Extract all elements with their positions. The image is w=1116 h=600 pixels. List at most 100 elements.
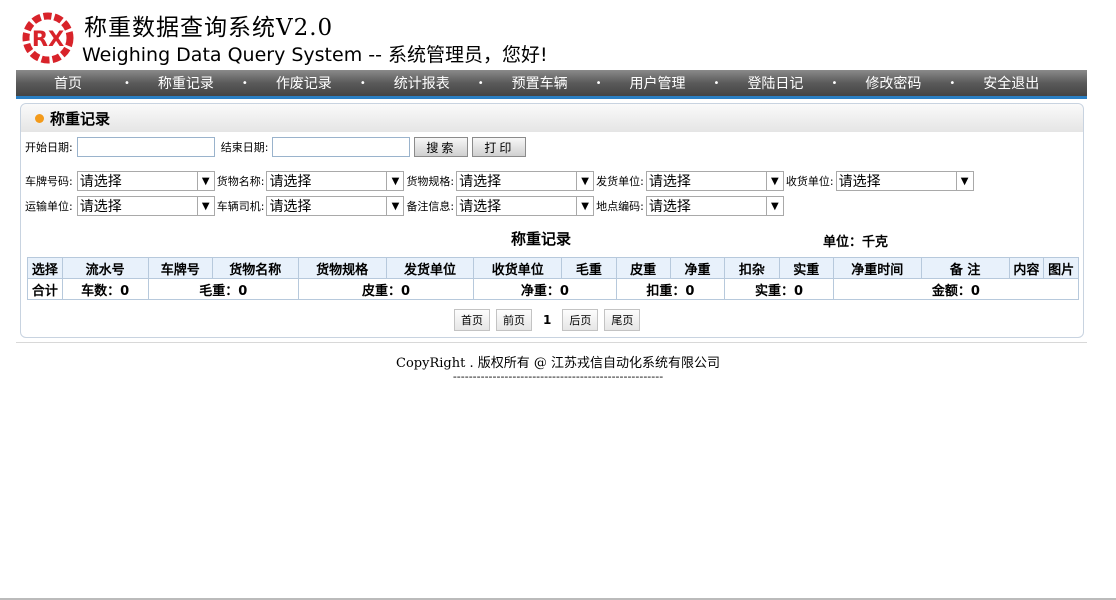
search-button[interactable]: 搜索	[414, 137, 469, 157]
pager-first-button[interactable]: 首页	[454, 309, 490, 331]
chevron-down-icon: ▼	[576, 197, 593, 215]
nav-item-home[interactable]: 首页 •	[16, 70, 134, 96]
chevron-down-icon: ▼	[386, 172, 403, 190]
nav-item-weigh-records[interactable]: 称重记录 •	[134, 70, 252, 96]
col-deduct[interactable]: 扣杂	[724, 257, 780, 279]
pager-current-page: 1	[543, 313, 552, 327]
col-net-time[interactable]: 净重时间	[832, 257, 922, 279]
start-date-input[interactable]	[76, 137, 215, 157]
nav-separator: •	[713, 77, 720, 89]
col-content[interactable]: 内容	[1008, 257, 1045, 279]
table-summary-row: 合计 车数：0 毛重：0 皮重：0 净重：0 扣重：0 实重：0 金额：0	[27, 278, 1080, 300]
print-button[interactable]: 打印	[472, 137, 527, 157]
col-goods-spec[interactable]: 货物规格	[297, 257, 387, 279]
app-subtitle: Weighing Data Query System -- 系统管理员，您好!	[82, 44, 548, 66]
summary-label: 合计	[27, 278, 63, 300]
col-net[interactable]: 净重	[669, 257, 726, 279]
summary-net: 净重：0	[473, 278, 617, 300]
nav-item-void-records[interactable]: 作废记录 •	[252, 70, 370, 96]
footer-dashes: ----------------------------------------…	[452, 370, 664, 383]
remark-select[interactable]: 请选择 ▼	[456, 196, 595, 216]
filter-row-1: 车牌号码: 请选择 ▼ 货物名称: 请选择 ▼ 货物规格: 请选择 ▼ 发货单位: 请…	[25, 171, 974, 191]
footer-divider	[16, 342, 1087, 343]
plate-select[interactable]: 请选择 ▼	[76, 171, 215, 191]
sender-select[interactable]: 请选择 ▼	[645, 171, 784, 191]
nav-item-logout[interactable]: 安全退出	[959, 70, 1063, 96]
col-actual[interactable]: 实重	[778, 257, 834, 279]
col-receiver[interactable]: 收货单位	[473, 257, 563, 279]
receiver-label: 收货单位:	[785, 175, 834, 188]
pager-last-button[interactable]: 尾页	[604, 309, 641, 331]
col-sender[interactable]: 发货单位	[385, 257, 475, 279]
summary-amount: 金额：0	[832, 278, 1080, 300]
pager-next-button[interactable]: 后页	[562, 309, 599, 331]
chevron-down-icon: ▼	[765, 197, 783, 215]
pager-prev-button[interactable]: 前页	[496, 309, 532, 331]
col-gross[interactable]: 毛重	[561, 257, 617, 279]
goods-spec-label: 货物规格:	[406, 175, 455, 188]
receiver-select[interactable]: 请选择 ▼	[835, 171, 974, 191]
location-code-select[interactable]: 请选择 ▼	[645, 196, 784, 216]
summary-actual: 实重：0	[724, 278, 834, 300]
nav-separator: •	[831, 77, 838, 89]
chevron-down-icon: ▼	[576, 172, 593, 190]
summary-vehicle-count: 车数：0	[61, 278, 149, 300]
remark-label: 备注信息:	[406, 200, 455, 213]
nav-separator: •	[477, 77, 484, 89]
filter-row-2: 运输单位: 请选择 ▼ 车辆司机: 请选择 ▼ 备注信息: 请选择 ▼ 地点编码: 请…	[25, 196, 784, 216]
location-code-label: 地点编码:	[596, 200, 644, 213]
carrier-label: 运输单位:	[25, 200, 73, 213]
chevron-down-icon: ▼	[196, 197, 214, 215]
nav-separator: •	[241, 77, 248, 89]
nav-item-user-management[interactable]: 用户管理 •	[606, 70, 724, 96]
main-nav: 首页 • 称重记录 • 作废记录 • 统计报表 • 预置车辆 • 用户管理 • 登陆日记 • …	[16, 70, 1087, 99]
records-table: 选择 流水号 车牌号 货物名称 货物规格 发货单位 收货单位 毛重 皮重 净重 …	[27, 257, 1080, 300]
chevron-down-icon: ▼	[386, 197, 403, 215]
orange-bullet-icon	[35, 113, 44, 123]
start-date-label: 开始日期:	[25, 141, 73, 154]
nav-separator: •	[124, 77, 130, 89]
panel-title: 称重记录	[50, 109, 111, 128]
summary-tare: 皮重：0	[297, 278, 475, 300]
driver-select[interactable]: 请选择 ▼	[266, 196, 405, 216]
col-goods-name[interactable]: 货物名称	[211, 257, 299, 279]
summary-deduct: 扣重：0	[615, 278, 726, 300]
summary-gross: 毛重：0	[147, 278, 299, 300]
table-header-row: 选择 流水号 车牌号 货物名称 货物规格 发货单位 收货单位 毛重 皮重 净重 …	[27, 257, 1079, 279]
goods-name-label: 货物名称:	[216, 175, 265, 188]
nav-separator: •	[595, 77, 602, 89]
app-title: 称重数据查询系统V2.0	[84, 15, 334, 41]
col-select[interactable]: 选择	[27, 257, 63, 279]
col-serial[interactable]: 流水号	[61, 257, 149, 279]
logo-text: RX	[32, 27, 64, 51]
weigh-records-panel: 称重记录 开始日期: 结束日期: 搜索 打印 车牌号码: 请选择 ▼ 货物名称: …	[20, 103, 1084, 338]
unit-label: 单位：千克	[823, 235, 889, 250]
goods-spec-select[interactable]: 请选择 ▼	[456, 171, 595, 191]
nav-item-change-password[interactable]: 修改密码 •	[841, 70, 959, 96]
table-caption: 称重记录	[511, 230, 572, 248]
header: RX 称重数据查询系统V2.0 Weighing Data Query Syst…	[0, 0, 1116, 70]
chevron-down-icon: ▼	[765, 172, 783, 190]
end-date-label: 结束日期:	[220, 141, 269, 154]
chevron-down-icon: ▼	[196, 172, 214, 190]
nav-item-reports[interactable]: 统计报表 •	[370, 70, 488, 96]
driver-label: 车辆司机:	[216, 200, 265, 213]
col-tare[interactable]: 皮重	[615, 257, 671, 279]
sender-label: 发货单位:	[596, 175, 644, 188]
chevron-down-icon: ▼	[955, 172, 973, 190]
col-remark[interactable]: 备 注	[920, 257, 1010, 279]
footer-copyright: CopyRight . 版权所有 @ 江苏戎信自动化系统有限公司	[396, 356, 720, 371]
end-date-input[interactable]	[272, 137, 411, 157]
pager: 首页 前页 1 后页 尾页	[451, 309, 643, 331]
plate-label: 车牌号码:	[25, 175, 73, 188]
nav-item-login-log[interactable]: 登陆日记 •	[723, 70, 841, 96]
nav-item-preset-vehicles[interactable]: 预置车辆 •	[488, 70, 606, 96]
goods-name-select[interactable]: 请选择 ▼	[266, 171, 405, 191]
carrier-select[interactable]: 请选择 ▼	[76, 196, 215, 216]
rx-logo-icon: RX	[22, 12, 74, 64]
panel-header: 称重记录	[21, 104, 1083, 132]
col-image[interactable]: 图片	[1043, 257, 1079, 279]
nav-separator: •	[949, 77, 956, 89]
date-filter-row: 开始日期: 结束日期: 搜索 打印	[25, 137, 527, 157]
col-plate[interactable]: 车牌号	[147, 257, 213, 279]
